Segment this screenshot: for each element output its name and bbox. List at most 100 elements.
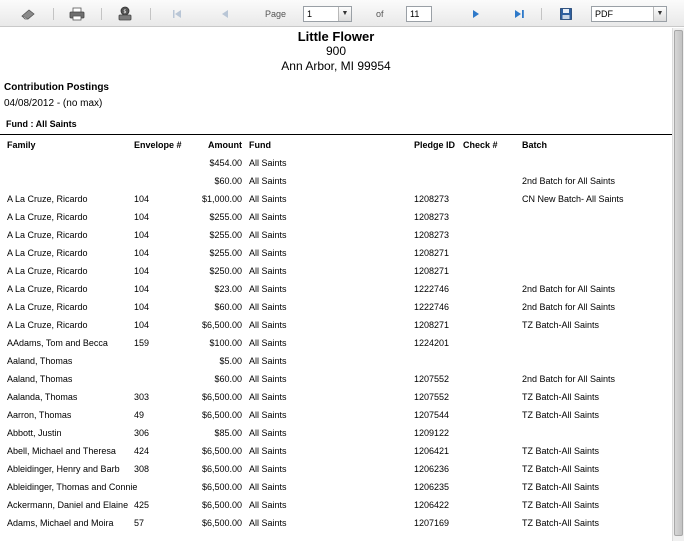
header-divider: [0, 134, 672, 135]
cell-fund: All Saints: [249, 266, 287, 276]
eraser-icon[interactable]: [20, 6, 36, 21]
cell-envelope: 104: [134, 302, 150, 312]
cell-batch: TZ Batch-All Saints: [522, 320, 600, 330]
cell-fund: All Saints: [249, 392, 287, 402]
cell-amount: $6,500.00: [201, 410, 242, 420]
table-row: A La Cruze, Ricardo 104 $1,000.00 All Saint…: [0, 194, 672, 212]
cell-fund: All Saints: [249, 410, 287, 420]
table-row: Abell, Michael and Theresa 424 $6,500.00 Al…: [0, 446, 672, 464]
export-format-select[interactable]: PDF ▼: [591, 6, 667, 22]
cell-amount: $60.00: [214, 176, 242, 186]
of-label: of: [376, 9, 384, 19]
cell-envelope: 424: [134, 446, 150, 456]
last-page-icon[interactable]: [513, 6, 525, 21]
table-row: A La Cruze, Ricardo 104 $255.00 All Saints 1…: [0, 248, 672, 266]
page-select-value: 1: [307, 9, 313, 19]
table-row: $60.00 All Saints 2nd Batch for All Saints: [0, 176, 672, 194]
column-header-check: Check #: [463, 140, 498, 150]
table-row: Aaland, Thomas $60.00 All Saints 1207552 2nd…: [0, 374, 672, 392]
organization-name: Little Flower: [297, 29, 375, 44]
cell-pledge: 1207544: [414, 410, 450, 420]
report-date-range: 04/08/2012 - (no max): [4, 98, 103, 109]
organization-city-line: Ann Arbor, MI 99954: [281, 59, 391, 73]
chevron-down-icon[interactable]: ▼: [338, 7, 351, 21]
cell-envelope: 104: [134, 230, 150, 240]
cell-fund: All Saints: [249, 194, 287, 204]
cell-family: Abbott, Justin: [7, 428, 62, 438]
table-row: Ackermann, Daniel and Elaine 425 $6,500.00…: [0, 500, 672, 518]
cell-fund: All Saints: [249, 446, 287, 456]
prev-page-icon[interactable]: [219, 6, 231, 21]
vertical-scrollbar[interactable]: [672, 28, 684, 541]
table-row: Aalanda, Thomas 303 $6,500.00 All Saints 120…: [0, 392, 672, 410]
svg-text:$: $: [123, 9, 126, 15]
cell-amount: $60.00: [214, 374, 242, 384]
cell-batch: TZ Batch-All Saints: [522, 500, 600, 510]
cell-amount: $6,500.00: [201, 392, 242, 402]
cell-envelope: 104: [134, 212, 150, 222]
cell-family: A La Cruze, Ricardo: [7, 230, 88, 240]
cell-family: A La Cruze, Ricardo: [7, 302, 88, 312]
report-toolbar: $ Page 1 ▼ of 11 PDF ▼: [0, 0, 684, 27]
table-row: Abbott, Justin 306 $85.00 All Saints 1209122: [0, 428, 672, 446]
cell-fund: All Saints: [249, 284, 287, 294]
export-format-value: PDF: [595, 9, 613, 19]
cell-amount: $6,500.00: [201, 320, 242, 330]
scrollbar-thumb[interactable]: [674, 30, 683, 536]
cell-fund: All Saints: [249, 356, 287, 366]
cell-batch: 2nd Batch for All Saints: [522, 302, 616, 312]
cell-batch: 2nd Batch for All Saints: [522, 284, 616, 294]
printer-icon[interactable]: [69, 6, 85, 21]
cell-amount: $255.00: [209, 212, 242, 222]
cell-amount: $1,000.00: [201, 194, 242, 204]
table-row: Ableidinger, Henry and Barb 308 $6,500.00 A…: [0, 464, 672, 482]
page-total: 11: [406, 6, 432, 22]
cell-amount: $6,500.00: [201, 482, 242, 492]
cell-pledge: 1222746: [414, 284, 450, 294]
cell-amount: $85.00: [214, 428, 242, 438]
table-row: Aarron, Thomas 49 $6,500.00 All Saints 12075…: [0, 410, 672, 428]
cell-amount: $250.00: [209, 266, 242, 276]
cell-batch: TZ Batch-All Saints: [522, 518, 600, 528]
cell-fund: All Saints: [249, 464, 287, 474]
column-header-family: Family: [7, 140, 36, 150]
cell-envelope: 306: [134, 428, 150, 438]
table-row: A La Cruze, Ricardo 104 $255.00 All Saints 1…: [0, 212, 672, 230]
chevron-down-icon[interactable]: ▼: [653, 7, 666, 21]
cell-family: Aaland, Thomas: [7, 356, 73, 366]
cell-pledge: 1224201: [414, 338, 450, 348]
cell-family: Abell, Michael and Theresa: [7, 446, 116, 456]
cell-pledge: 1208271: [414, 320, 450, 330]
cell-fund: All Saints: [249, 428, 287, 438]
cell-pledge: 1208273: [414, 194, 450, 204]
cell-pledge: 1206235: [414, 482, 450, 492]
cell-envelope: 303: [134, 392, 150, 402]
cell-family: Aarron, Thomas: [7, 410, 72, 420]
cell-pledge: 1206422: [414, 500, 450, 510]
export-icon[interactable]: $: [117, 6, 133, 21]
cell-amount: $255.00: [209, 230, 242, 240]
cell-amount: $23.00: [214, 284, 242, 294]
cell-pledge: 1209122: [414, 428, 450, 438]
first-page-icon[interactable]: [171, 6, 183, 21]
cell-fund: All Saints: [249, 230, 287, 240]
cell-pledge: 1208271: [414, 266, 450, 276]
cell-pledge: 1207169: [414, 518, 450, 528]
cell-pledge: 1222746: [414, 302, 450, 312]
table-row: A La Cruze, Ricardo 104 $6,500.00 All Saint…: [0, 320, 672, 338]
page-total-value: 11: [410, 9, 420, 19]
next-page-icon[interactable]: [470, 6, 482, 21]
page-select[interactable]: 1 ▼: [303, 6, 352, 22]
cell-family: A La Cruze, Ricardo: [7, 248, 88, 258]
cell-family: Ackermann, Daniel and Elaine: [7, 500, 129, 510]
organization-address-line: 900: [325, 44, 347, 58]
cell-pledge: 1207552: [414, 374, 450, 384]
cell-family: Aaland, Thomas: [7, 374, 73, 384]
save-icon[interactable]: [559, 6, 572, 21]
cell-fund: All Saints: [249, 374, 287, 384]
cell-batch: TZ Batch-All Saints: [522, 446, 600, 456]
table-row: A La Cruze, Ricardo 104 $250.00 All Saints 1…: [0, 266, 672, 284]
report-title: Contribution Postings: [4, 82, 109, 93]
cell-envelope: 104: [134, 194, 150, 204]
cell-batch: TZ Batch-All Saints: [522, 464, 600, 474]
